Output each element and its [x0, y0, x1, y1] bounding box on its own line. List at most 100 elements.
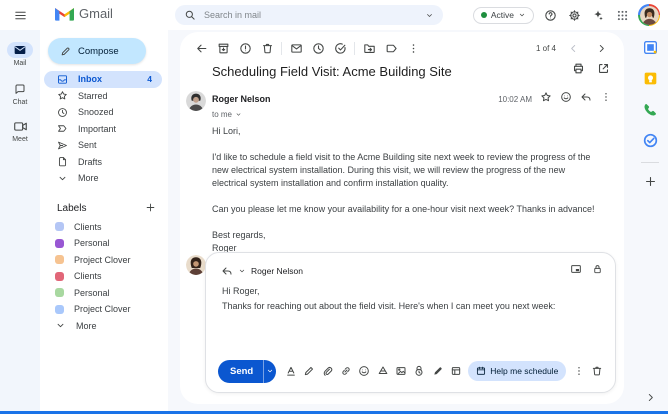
message-more-button[interactable] — [600, 90, 612, 108]
mark-unread-button[interactable] — [285, 38, 307, 58]
insert-emoji-button[interactable] — [356, 361, 372, 381]
reply-button[interactable] — [580, 90, 592, 108]
sidebar-item-starred[interactable]: Starred — [44, 88, 162, 105]
search-options-chevron-icon[interactable] — [425, 11, 434, 20]
sidebar-item-inbox[interactable]: Inbox 4 — [44, 71, 162, 88]
insert-link-button[interactable] — [338, 361, 354, 381]
reply-recipient[interactable]: Roger Nelson — [251, 266, 303, 276]
account-avatar[interactable] — [638, 4, 660, 26]
reply-author-avatar[interactable] — [186, 255, 206, 275]
folder-move-icon — [363, 43, 375, 53]
apps-grid-button[interactable] — [614, 7, 630, 23]
popout-reply-button[interactable] — [570, 262, 582, 280]
move-to-button[interactable] — [358, 38, 380, 58]
label-color-swatch — [55, 288, 64, 298]
reply-type-chevron-icon[interactable] — [238, 267, 246, 275]
open-in-new-button[interactable] — [597, 62, 610, 80]
keep-app-icon — [644, 72, 656, 84]
content-area: 1 of 4 Scheduling Field Visit: Acme Buil… — [168, 30, 668, 411]
send-options-button[interactable] — [264, 360, 276, 383]
envelope-icon — [290, 43, 302, 53]
send-button[interactable]: Send — [218, 359, 276, 383]
label-item[interactable]: Clients — [40, 268, 168, 285]
tasks-app-button[interactable] — [632, 126, 668, 154]
star-button[interactable] — [540, 90, 552, 108]
older-button[interactable] — [590, 38, 612, 58]
label-button[interactable] — [380, 38, 402, 58]
plus-icon — [645, 176, 655, 186]
confidential-lock-button[interactable] — [592, 262, 603, 280]
report-spam-icon — [239, 42, 251, 54]
label-item[interactable]: Project Clover — [40, 252, 168, 269]
sender-avatar[interactable] — [186, 91, 206, 111]
create-label-button[interactable] — [145, 202, 156, 216]
sidebar-item-sent[interactable]: Sent — [44, 137, 162, 154]
pen-icon — [304, 366, 314, 376]
discard-draft-button[interactable] — [589, 361, 605, 381]
message-header: Roger Nelson 10:02 AM to me — [212, 90, 612, 119]
get-addons-button[interactable] — [632, 167, 668, 195]
rail-item-meet[interactable]: Meet — [0, 118, 40, 143]
label-item[interactable]: Personal — [40, 235, 168, 252]
sidebar-item-important[interactable]: Important — [44, 121, 162, 138]
reply-compose-box[interactable]: Roger Nelson Hi Roger, Thanks for reachi… — [205, 252, 616, 393]
help-button[interactable] — [542, 7, 558, 23]
trash-icon — [262, 43, 272, 53]
help-me-write-button[interactable] — [301, 361, 317, 381]
sidebar-item-more[interactable]: More — [44, 170, 162, 187]
voice-app-button[interactable] — [632, 95, 668, 123]
insert-signature-button[interactable] — [430, 361, 446, 381]
help-me-schedule-chip[interactable]: Help me schedule — [468, 361, 567, 381]
star-icon — [541, 92, 551, 102]
compose-button[interactable]: Compose — [48, 38, 146, 64]
reply-body-text[interactable]: Thanks for reaching out about the field … — [222, 301, 599, 311]
archive-icon — [218, 43, 228, 53]
print-button[interactable] — [572, 62, 585, 80]
chat-status-chip[interactable]: Active — [472, 6, 534, 24]
back-button[interactable] — [190, 38, 212, 58]
trash-icon — [592, 366, 602, 376]
plus-icon — [146, 203, 155, 211]
open-in-new-icon — [598, 63, 609, 74]
add-to-tasks-button[interactable] — [329, 38, 351, 58]
sidebar-item-snoozed[interactable]: Snoozed — [44, 104, 162, 121]
format-text-icon — [286, 366, 295, 376]
search-input[interactable]: Search in mail — [175, 5, 443, 25]
inbox-icon — [58, 75, 67, 84]
snooze-button[interactable] — [307, 38, 329, 58]
newer-button[interactable] — [562, 38, 584, 58]
main-menu-icon[interactable] — [10, 7, 30, 23]
formatting-options-button[interactable] — [283, 361, 299, 381]
attach-file-button[interactable] — [319, 361, 335, 381]
delete-button[interactable] — [256, 38, 278, 58]
compose-more-button[interactable] — [570, 361, 586, 381]
insert-photo-button[interactable] — [393, 361, 409, 381]
report-spam-button[interactable] — [234, 38, 256, 58]
label-item[interactable]: Project Clover — [40, 301, 168, 318]
labels-more[interactable]: More — [40, 318, 168, 335]
reply-arrow-icon — [581, 93, 591, 101]
keep-app-button[interactable] — [632, 64, 668, 92]
gear-icon — [568, 9, 580, 21]
label-item[interactable]: Clients — [40, 219, 168, 236]
more-options-button[interactable] — [402, 38, 424, 58]
phone-handset-icon — [644, 103, 656, 115]
gemini-button[interactable] — [590, 7, 606, 23]
calendar-app-button[interactable] — [632, 33, 668, 61]
rail-item-chat[interactable]: Chat — [0, 81, 40, 106]
rail-item-mail[interactable]: Mail — [0, 42, 40, 67]
collapse-panel-button[interactable] — [632, 392, 668, 403]
emoji-reaction-button[interactable] — [560, 90, 572, 108]
compose-label: Compose — [78, 45, 119, 57]
insert-drive-file-button[interactable] — [374, 361, 390, 381]
archive-button[interactable] — [212, 38, 234, 58]
insert-template-button[interactable] — [448, 361, 464, 381]
recipient-toggle[interactable]: to me — [212, 110, 612, 119]
chevron-down-icon — [236, 113, 241, 116]
reply-greeting[interactable]: Hi Roger, — [222, 286, 260, 296]
sidebar-item-drafts[interactable]: Drafts — [44, 154, 162, 171]
confidential-mode-button[interactable] — [411, 361, 427, 381]
label-item[interactable]: Personal — [40, 285, 168, 302]
reply-avatar-image — [186, 255, 206, 275]
settings-button[interactable] — [566, 7, 582, 23]
